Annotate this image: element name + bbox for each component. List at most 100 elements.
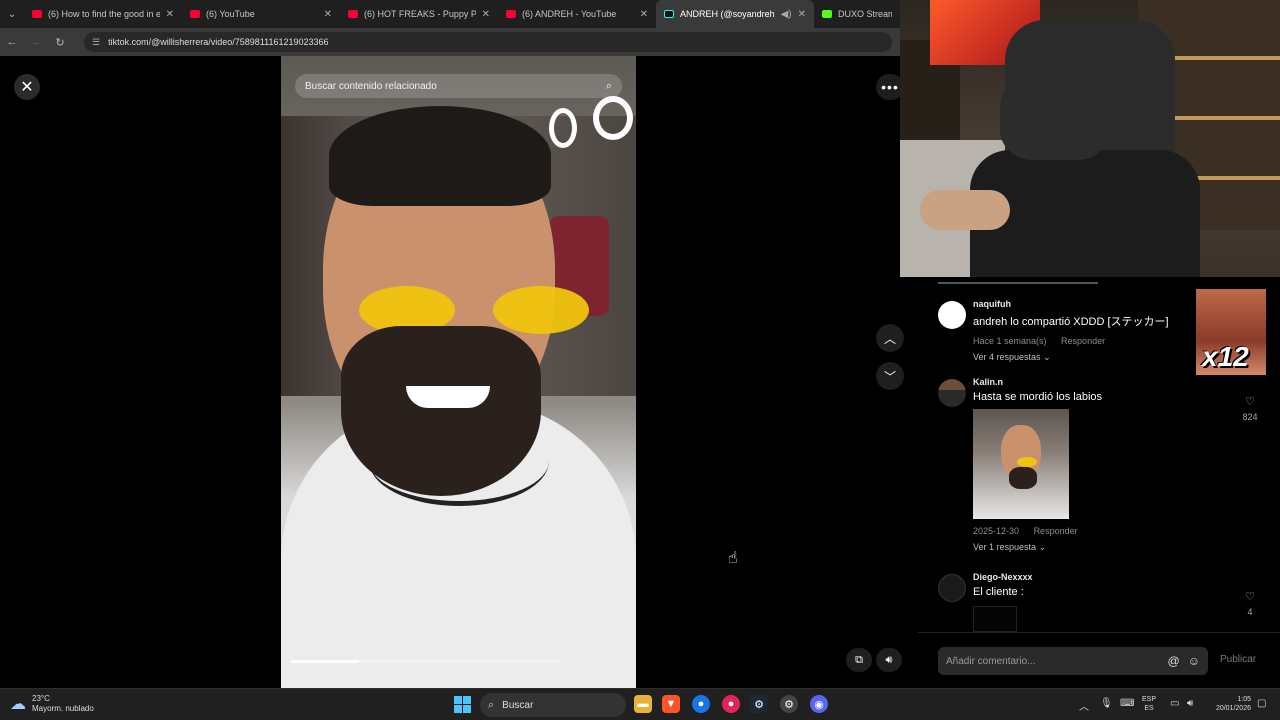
address-bar: ← → ↻ ☰ tiktok.com/@willisherrera/video/… [0,28,900,56]
comment-time: 2025-12-30 [973,526,1020,536]
site-settings-icon[interactable]: ☰ [92,37,100,48]
kick-icon [822,10,832,18]
avatar[interactable] [938,574,966,602]
ring-light [593,96,633,140]
tab-title: DUXO Stream - V [838,9,892,19]
brave-browser-icon[interactable]: ▼ [662,695,680,713]
smile [406,386,490,408]
video-time: 00:03/00:14 [573,655,616,664]
tab-title: (6) YouTube [206,9,255,19]
keyboard-icon[interactable]: ⌨ [1120,698,1134,709]
chevron-up-icon[interactable]: ︿ [876,324,904,352]
clock-time: 1:05 [1237,696,1251,703]
close-tab-icon[interactable]: ✕ [482,9,490,20]
back-arrow-icon[interactable]: ← [0,36,24,48]
avatar[interactable] [938,379,966,407]
weather-widget[interactable]: ☁ 23°C Mayorm. nublado [10,694,94,714]
reply-button[interactable]: Responder [1061,336,1105,346]
webcam-arm [920,190,1010,230]
discord-icon[interactable]: ◉ [810,695,828,713]
forward-arrow-icon[interactable]: → [24,36,48,48]
mention-icon[interactable]: @ [1168,654,1180,668]
beard [341,326,541,496]
search-icon[interactable]: ⌕ [606,80,612,93]
video-player[interactable]: Buscar contenido relacionado ⌕ 00:03/00:… [281,56,636,688]
picture-in-picture-icon[interactable]: ⧉ [846,648,872,672]
comment-image[interactable] [973,409,1069,519]
publish-button[interactable]: Publicar [1220,654,1256,665]
like-button[interactable]: ♡ 824 [1240,392,1260,422]
comment-input[interactable]: Añadir comentario... @ ☺ [938,647,1208,675]
emoji-icon[interactable]: ☺ [1188,654,1200,668]
tiktok-icon [664,10,674,18]
tab-title: (6) How to find the good in eve [48,9,160,19]
weather-temp: 23°C [32,694,50,703]
microphone-icon[interactable]: 🎙︎ [1100,698,1113,709]
taskbar-search[interactable]: ⌕ Buscar [480,693,626,717]
browser-tab[interactable]: DUXO Stream - V [814,0,900,28]
browser-tab[interactable]: (6) ANDREH - YouTube ✕ [498,0,656,28]
sticker-image: x12 [1196,289,1266,375]
close-tab-icon[interactable]: ✕ [324,9,332,20]
video-progress-bar[interactable] [291,660,561,663]
comment-username[interactable]: naquifuh [973,299,1233,309]
language-region: ES [1144,705,1154,712]
like-button[interactable]: ♡ 4 [1240,587,1260,617]
close-tab-icon[interactable]: ✕ [798,9,806,20]
notification-icon[interactable]: ▢ [1257,698,1266,709]
avatar[interactable] [938,301,966,329]
chevron-up-icon[interactable]: ︿ [1079,698,1089,713]
taskbar-search-label: Buscar [502,699,534,711]
volume-icon[interactable]: 🔊︎ [876,648,902,672]
tab-title: ANDREH (@soyandreh) | Ti [680,9,775,19]
youtube-icon [506,10,516,18]
chevron-down-icon: ⌄ [1038,542,1047,552]
view-replies-button[interactable]: Ver 1 respuesta ⌄ [973,542,1233,553]
comment-image[interactable] [973,606,1017,632]
heart-icon: ♡ [1245,591,1255,603]
reload-icon[interactable]: ↻ [48,36,72,49]
comment-username[interactable]: Diego-Nexxxx [973,572,1233,582]
ring-light [549,108,577,148]
chevron-down-icon: ⌄ [1043,352,1051,362]
url-field[interactable]: ☰ tiktok.com/@willisherrera/video/758981… [84,32,892,52]
speaker-icon[interactable]: ◀) [781,9,792,20]
browser-tab[interactable]: (6) How to find the good in eve ✕ [24,0,182,28]
tab-search-menu-icon[interactable]: ⌄ [0,0,24,28]
settings-icon[interactable]: ⚙ [780,695,798,713]
related-search-input[interactable]: Buscar contenido relacionado ⌕ [295,74,622,98]
close-tab-icon[interactable]: ✕ [640,9,648,20]
comment-username[interactable]: Kalin.n [973,377,1233,387]
network-icon[interactable]: ▭ [1170,698,1179,709]
view-replies-button[interactable]: Ver 4 respuestas ⌄ [973,352,1233,363]
chrome-icon[interactable]: ● [692,695,710,713]
browser-tab-active[interactable]: ANDREH (@soyandreh) | Ti ◀) ✕ [656,0,814,28]
windows-taskbar: ☁ 23°C Mayorm. nublado ⌕ Buscar ▬ ▼ ● ● … [0,688,1280,720]
comment-text: El cliente : [973,586,1024,598]
tab-title: (6) ANDREH - YouTube [522,9,617,19]
comment-input-placeholder: Añadir comentario... [946,655,1036,667]
sticker-label: x12 [1202,341,1249,372]
steam-icon[interactable]: ⚙ [750,695,768,713]
comment-time: Hace 1 semana(s) [973,336,1047,346]
eye-patch-right [493,286,589,334]
language-indicator[interactable]: ESP ES [1142,695,1156,713]
view-replies-label: Ver 4 respuestas [973,352,1041,362]
video-viewer: ✕ ••• Buscar contenido relacionado ⌕ 00:… [0,56,904,688]
windows-start-icon[interactable] [454,696,471,713]
browser-tab[interactable]: (6) YouTube ✕ [182,0,340,28]
youtube-icon [190,10,200,18]
video-progress-fill [291,660,359,663]
browser-tab[interactable]: (6) HOT FREAKS - Puppy Princ ✕ [340,0,498,28]
file-explorer-icon[interactable]: ▬ [634,695,652,713]
reply-button[interactable]: Responder [1034,526,1078,536]
close-icon[interactable]: ✕ [14,74,40,100]
url-text: tiktok.com/@willisherrera/video/75898111… [108,37,329,47]
youtube-icon [32,10,42,18]
view-replies-label: Ver 1 respuesta [973,542,1037,552]
opera-icon[interactable]: ● [722,695,740,713]
close-tab-icon[interactable]: ✕ [166,9,174,20]
chevron-down-icon[interactable]: ﹀ [876,362,904,390]
volume-icon[interactable]: 🔊︎ [1187,698,1193,709]
system-clock[interactable]: 1:05 20/01/2026 [1203,695,1251,713]
